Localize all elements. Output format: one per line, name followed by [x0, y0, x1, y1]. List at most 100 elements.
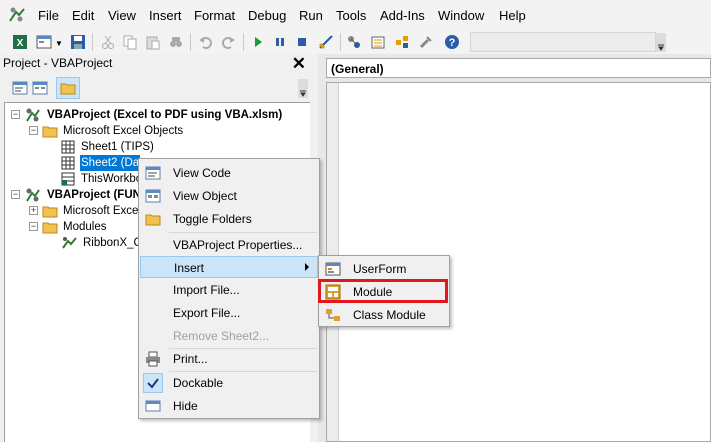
toolbar-overflow-icon[interactable]	[298, 79, 308, 98]
redo-icon[interactable]	[220, 34, 236, 50]
toolbar-overflow-icon[interactable]	[656, 33, 666, 52]
menu-item-remove-sheet: Remove Sheet2...	[140, 325, 318, 347]
object-browser-icon[interactable]	[394, 34, 410, 50]
menu-item-view-object[interactable]: View Object	[140, 185, 318, 207]
menu-debug[interactable]: Debug	[248, 8, 286, 23]
menu-item-label: Class Module	[353, 308, 426, 322]
module-highlight-callout	[318, 279, 448, 303]
menu-item-label: Hide	[173, 399, 198, 413]
vba-editor-icon	[9, 7, 25, 22]
toolbar-separator	[92, 33, 93, 51]
menu-item-label: Toggle Folders	[173, 212, 252, 226]
vbaproject-icon	[26, 188, 40, 202]
svg-text:?: ?	[449, 37, 456, 49]
menu-item-userform[interactable]: UserForm	[320, 258, 448, 280]
menu-item-toggle-folders[interactable]: Toggle Folders	[140, 208, 318, 230]
save-icon[interactable]	[70, 34, 86, 50]
object-combo-box[interactable]: (General)	[326, 58, 711, 78]
break-icon[interactable]	[272, 34, 288, 50]
find-icon[interactable]	[168, 34, 184, 50]
toolbox-icon[interactable]	[418, 34, 434, 50]
worksheet-icon	[61, 156, 75, 170]
checkmark-icon	[147, 378, 159, 389]
menu-item-dockable[interactable]: Dockable	[140, 372, 318, 394]
standard-toolbar: X ▼ ?	[0, 30, 711, 54]
project-explorer-title: Project - VBAProject	[3, 56, 113, 70]
worksheet-icon	[61, 140, 75, 154]
project-explorer-icon[interactable]	[346, 34, 362, 50]
menu-item-view-code[interactable]: View Code	[140, 162, 318, 184]
menu-item-label: Remove Sheet2...	[173, 329, 270, 343]
menu-item-export-file[interactable]: Export File...	[140, 302, 318, 324]
collapse-icon[interactable]: −	[11, 190, 20, 199]
menu-item-insert[interactable]: Insert	[140, 256, 318, 278]
help-icon[interactable]: ?	[444, 34, 460, 50]
menu-add-ins[interactable]: Add-Ins	[380, 8, 425, 23]
tree-item-label: Microsoft Excel Objects	[63, 125, 184, 137]
menu-tools[interactable]: Tools	[336, 8, 366, 23]
menu-item-label: Print...	[173, 352, 208, 366]
menu-item-label: Import File...	[173, 283, 240, 297]
menu-edit[interactable]: Edit	[72, 8, 94, 23]
tree-item-label: Microsoft Excel	[63, 205, 141, 217]
menu-view[interactable]: View	[108, 8, 136, 23]
tree-item-label: ThisWorkbo	[81, 173, 143, 185]
userform-icon	[325, 262, 341, 276]
project-explorer-toolbar	[0, 74, 310, 102]
tree-item-label: VBAProject (Excel to PDF using VBA.xlsm)	[47, 109, 283, 121]
undo-icon[interactable]	[198, 34, 214, 50]
dropdown-arrow-icon[interactable]: ▼	[55, 39, 63, 48]
menu-window[interactable]: Window	[438, 8, 484, 23]
run-icon[interactable]	[250, 34, 266, 50]
menu-help[interactable]: Help	[499, 8, 526, 23]
collapse-icon[interactable]: −	[29, 222, 38, 231]
properties-window-icon[interactable]	[370, 34, 386, 50]
folder-icon	[60, 83, 76, 95]
menu-separator	[169, 232, 317, 233]
insert-userform-icon[interactable]	[36, 34, 52, 50]
hide-icon	[145, 400, 161, 412]
menu-item-properties[interactable]: VBAProject Properties...	[140, 234, 318, 256]
menu-item-label: View Code	[173, 166, 231, 180]
menu-item-import-file[interactable]: Import File...	[140, 279, 318, 301]
paste-icon[interactable]	[145, 34, 161, 50]
reset-icon[interactable]	[294, 34, 310, 50]
menu-run[interactable]: Run	[299, 8, 323, 23]
project-context-menu: View Code View Object Toggle Folders VBA…	[138, 158, 320, 419]
copy-icon[interactable]	[122, 34, 138, 50]
menu-item-label: Export File...	[173, 306, 241, 320]
folder-open-icon	[42, 222, 58, 234]
submenu-arrow-icon	[305, 263, 309, 271]
collapse-icon[interactable]: −	[29, 126, 38, 135]
view-code-icon[interactable]	[12, 81, 28, 95]
menu-item-print[interactable]: Print...	[140, 348, 318, 370]
menu-item-label: VBAProject Properties...	[173, 238, 303, 252]
collapse-icon[interactable]: −	[11, 110, 20, 119]
menu-format[interactable]: Format	[194, 8, 235, 23]
toolbar-separator	[190, 33, 191, 51]
toolbar-separator	[243, 33, 244, 51]
excel-icon[interactable]: X	[12, 34, 28, 50]
folder-icon	[145, 214, 161, 226]
tree-item-label: Modules	[63, 221, 107, 233]
project-explorer-title-bar: Project - VBAProject ✕	[0, 54, 310, 74]
tree-item-label-selected: Sheet2 (Da	[80, 155, 141, 171]
menu-item-class-module[interactable]: Class Module	[320, 304, 448, 326]
menu-item-label: UserForm	[353, 262, 407, 276]
menu-item-label: Insert	[174, 261, 205, 275]
workbook-icon	[61, 172, 75, 186]
cut-icon[interactable]	[100, 34, 116, 50]
view-object-icon[interactable]	[32, 81, 48, 95]
folder-icon	[42, 206, 58, 218]
toggle-folders-button[interactable]	[56, 77, 80, 99]
expand-icon[interactable]: +	[29, 206, 38, 215]
toolbar-separator	[340, 33, 341, 51]
menu-insert[interactable]: Insert	[149, 8, 182, 23]
folder-open-icon	[42, 126, 58, 138]
toolbar-location-field	[470, 32, 656, 52]
menu-file[interactable]: File	[38, 8, 59, 23]
close-icon[interactable]: ✕	[292, 54, 306, 74]
view-object-icon	[145, 189, 161, 203]
menu-item-hide[interactable]: Hide	[140, 395, 318, 417]
design-mode-icon[interactable]	[318, 34, 334, 50]
